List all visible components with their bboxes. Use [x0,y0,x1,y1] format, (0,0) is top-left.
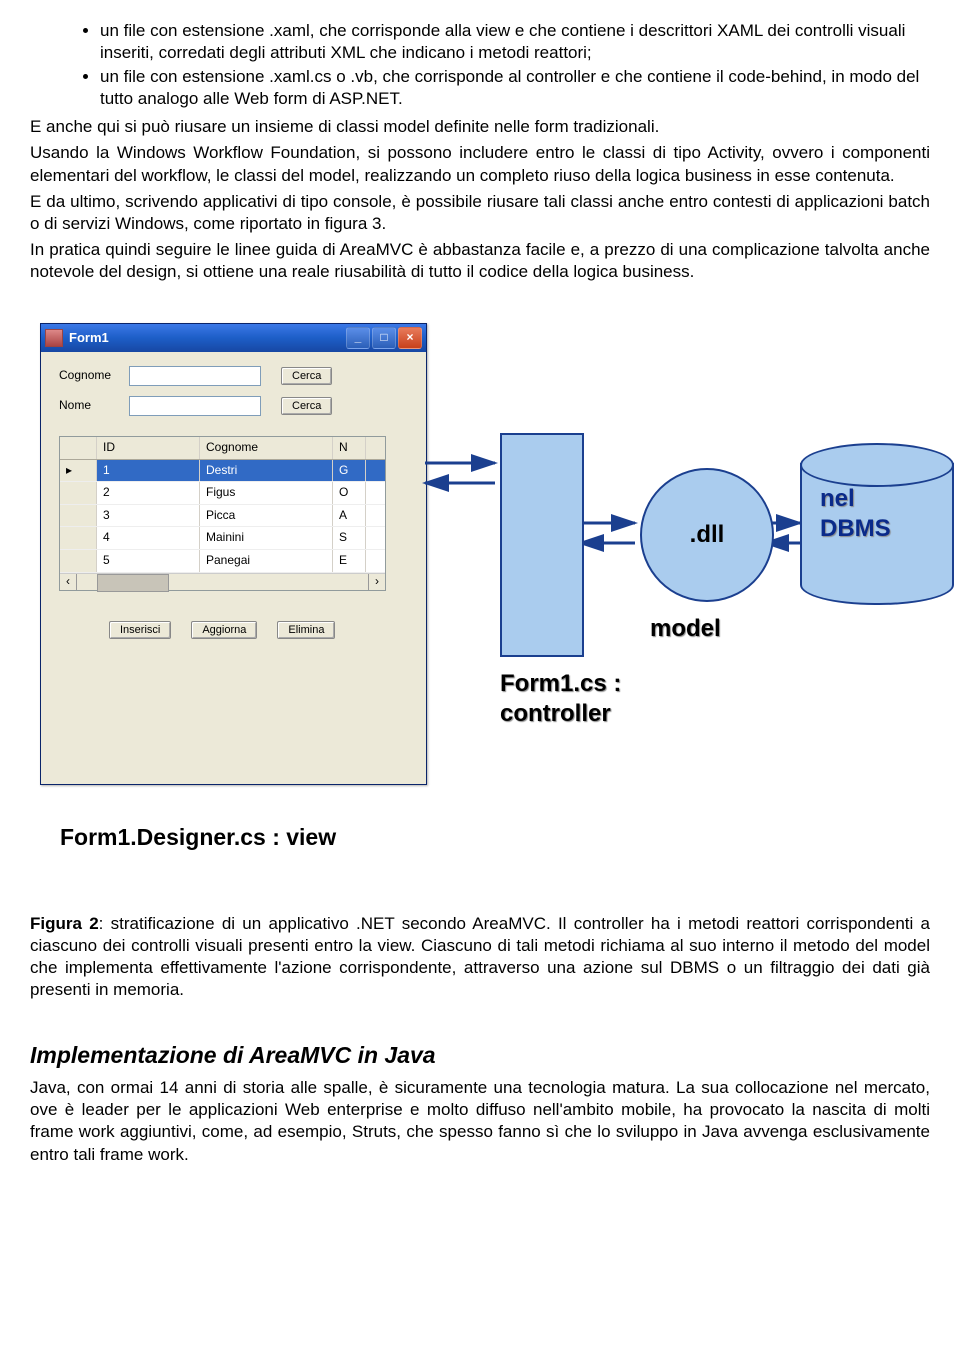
designer-label: Form1.Designer.cs : view [60,823,336,853]
titlebar: Form1 _ □ × [41,324,426,352]
grid-header-cognome[interactable]: Cognome [200,437,333,459]
cognome-label: Cognome [59,368,129,384]
controller-rect [500,433,584,657]
close-button[interactable]: × [398,327,422,349]
nome-label: Nome [59,398,129,414]
cell: 2 [97,482,200,504]
paragraph: In pratica quindi seguire le linee guida… [30,239,930,283]
section-paragraph: Java, con ormai 14 anni di storia alle s… [30,1077,930,1165]
paragraph: Usando la Windows Workflow Foundation, s… [30,142,930,186]
cell: Picca [200,505,333,527]
grid-header-id[interactable]: ID [97,437,200,459]
cell: 5 [97,550,200,572]
table-row[interactable]: 2 Figus O [60,482,385,505]
data-grid[interactable]: ID Cognome N ▸ 1 Destri G 2 Figus O [59,436,386,591]
cell: E [333,550,366,572]
cell: Destri [200,460,333,482]
inserisci-button[interactable]: Inserisci [109,621,171,639]
cognome-input[interactable] [129,366,261,386]
dll-circle: .dll [640,468,774,602]
app-icon [45,329,63,347]
cell: O [333,482,366,504]
cell: G [333,460,366,482]
winform-window: Form1 _ □ × Cognome Cerca Nome Cerca ID [40,323,427,785]
grid-header-n[interactable]: N [333,437,366,459]
figure-caption-text: : stratificazione di un applicativo .NET… [30,914,930,999]
aggiorna-button[interactable]: Aggiorna [191,621,257,639]
controller-label: controller [500,698,611,729]
basedati-label-3: DBMS [820,513,891,544]
cell: S [333,527,366,549]
cerca-nome-button[interactable]: Cerca [281,397,332,415]
cell: 1 [97,460,200,482]
bullet-item: un file con estensione .xaml.cs o .vb, c… [100,66,930,110]
minimize-button[interactable]: _ [346,327,370,349]
table-row[interactable]: 3 Picca A [60,505,385,528]
bullet-item: un file con estensione .xaml, che corris… [100,20,930,64]
figure-caption-bold: Figura 2 [30,914,99,933]
cell: Panegai [200,550,333,572]
table-row[interactable]: 5 Panegai E [60,550,385,573]
cell: 3 [97,505,200,527]
window-title: Form1 [69,330,109,347]
nome-input[interactable] [129,396,261,416]
basedati-label-2: nel [820,483,855,514]
maximize-button[interactable]: □ [372,327,396,349]
section-heading: Implementazione di AreaMVC in Java [30,1041,930,1071]
paragraph: E anche qui si può riusare un insieme di… [30,116,930,138]
paragraph: E da ultimo, scrivendo applicativi di ti… [30,191,930,235]
cerca-cognome-button[interactable]: Cerca [281,367,332,385]
cell: 4 [97,527,200,549]
elimina-button[interactable]: Elimina [277,621,335,639]
horizontal-scrollbar[interactable]: ‹ › [60,573,385,590]
form1cs-label: Form1.cs : [500,668,621,699]
figure-diagram: Form1 _ □ × Cognome Cerca Nome Cerca ID [30,323,930,883]
cell: A [333,505,366,527]
figure-caption: Figura 2: stratificazione di un applicat… [30,913,930,1001]
table-row[interactable]: ▸ 1 Destri G [60,460,385,483]
cell: Figus [200,482,333,504]
model-label: model [650,613,721,644]
cell: Mainini [200,527,333,549]
table-row[interactable]: 4 Mainini S [60,527,385,550]
bullet-list: un file con estensione .xaml, che corris… [30,20,930,110]
